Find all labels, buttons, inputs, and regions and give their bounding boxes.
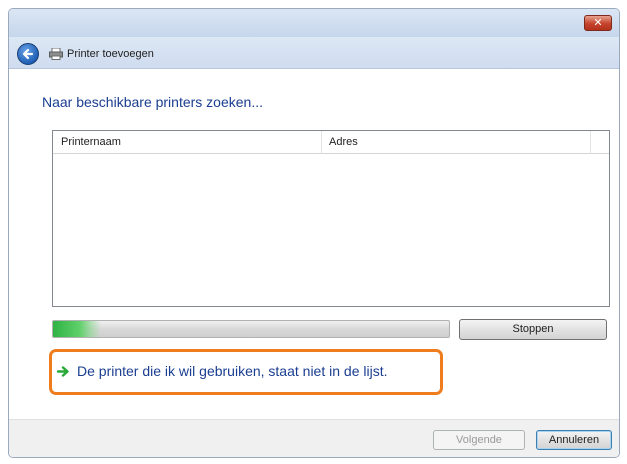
progress-fill — [53, 321, 101, 337]
close-icon: ✕ — [593, 17, 603, 29]
add-printer-dialog: ✕ Printer toevoegen Naar beschikbare pri… — [8, 8, 620, 458]
wizard-content: Naar beschikbare printers zoeken... Prin… — [9, 70, 619, 419]
window-title: Printer toevoegen — [67, 48, 154, 60]
back-arrow-icon — [22, 48, 34, 60]
next-button[interactable]: Volgende — [433, 430, 525, 450]
cancel-button-label: Annuleren — [548, 434, 600, 446]
button-bar: Volgende Annuleren — [9, 419, 619, 457]
page-heading: Naar beschikbare printers zoeken... — [42, 94, 263, 110]
cancel-button[interactable]: Annuleren — [536, 430, 612, 450]
close-button[interactable]: ✕ — [584, 15, 612, 31]
printer-list[interactable]: Printernaam Adres — [52, 130, 610, 307]
printer-icon — [49, 48, 63, 60]
search-progress-bar — [52, 320, 450, 338]
column-divider[interactable] — [590, 131, 591, 153]
navigation-bar: Printer toevoegen — [9, 37, 619, 69]
green-arrow-icon — [57, 366, 69, 377]
back-button[interactable] — [17, 43, 39, 65]
printer-not-listed-link[interactable]: De printer die ik wil gebruiken, staat n… — [77, 363, 387, 379]
column-divider[interactable] — [321, 131, 322, 153]
next-button-label: Volgende — [456, 434, 502, 446]
column-header-address[interactable]: Adres — [329, 136, 358, 148]
stop-button-label: Stoppen — [512, 323, 554, 335]
list-header: Printernaam Adres — [53, 131, 609, 154]
title-bar: ✕ — [9, 9, 619, 37]
stop-button[interactable]: Stoppen — [459, 319, 607, 340]
column-header-printer-name[interactable]: Printernaam — [61, 136, 121, 148]
